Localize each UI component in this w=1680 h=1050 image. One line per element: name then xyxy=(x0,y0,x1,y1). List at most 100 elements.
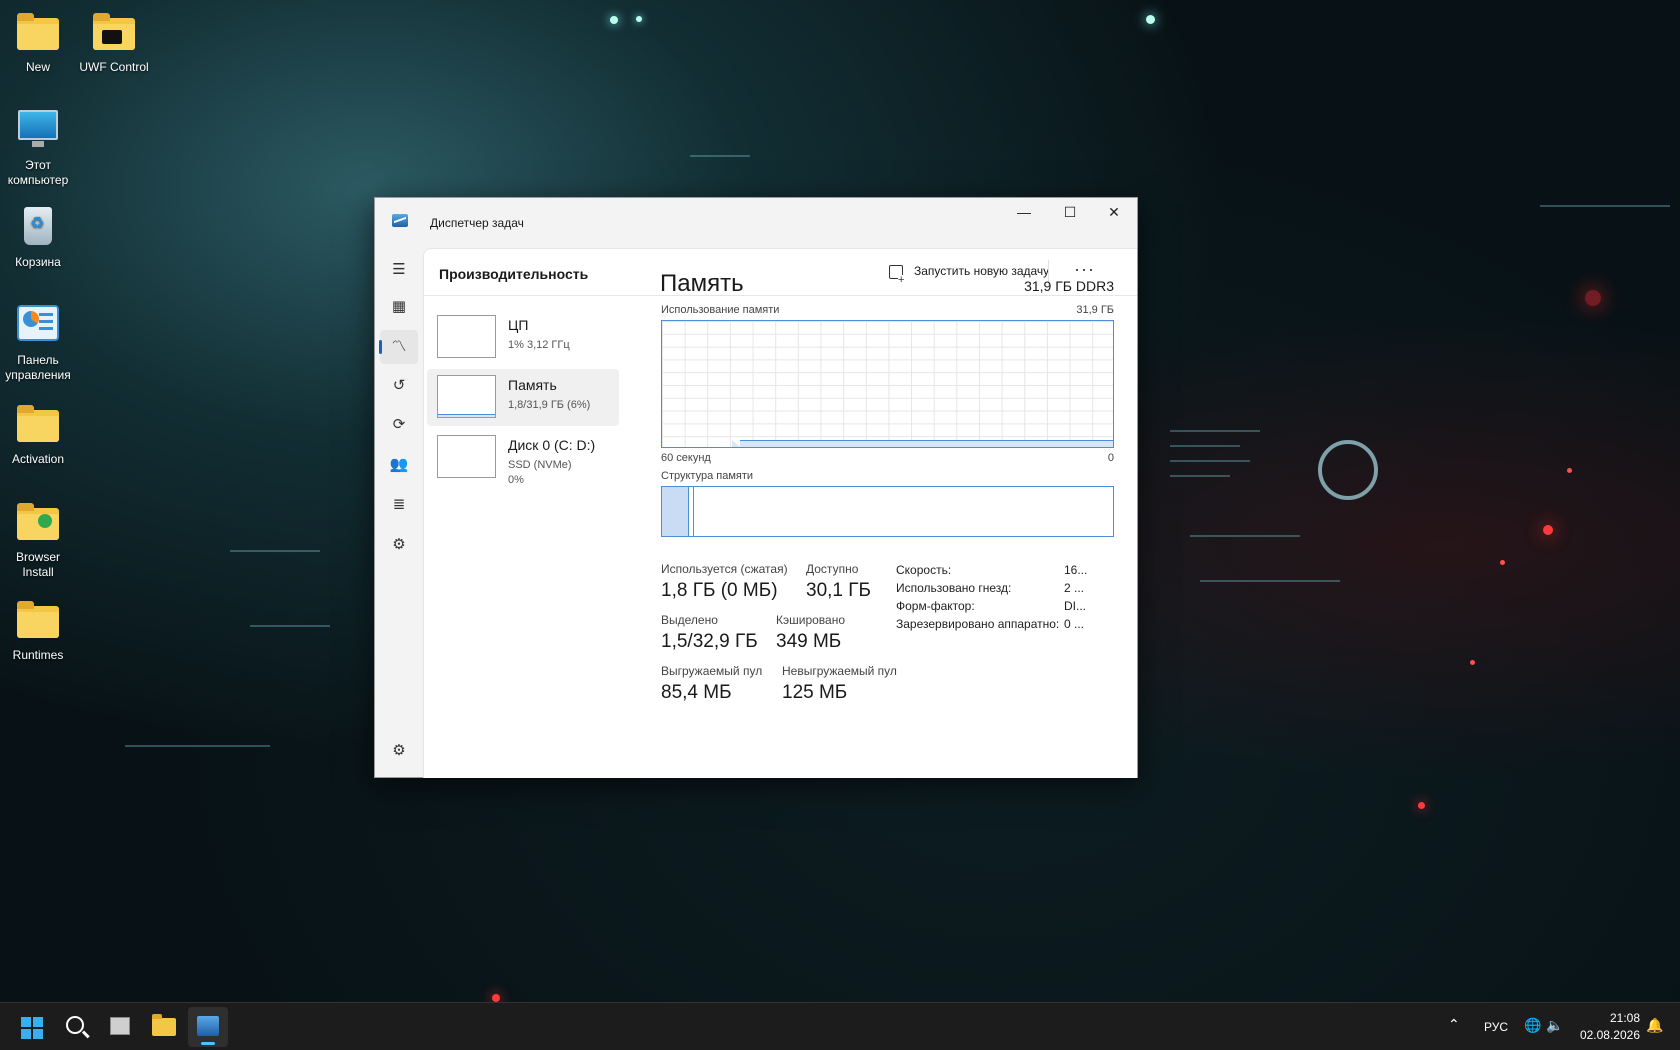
performance-icon[interactable]: 〽 xyxy=(379,330,418,364)
resource-item-disk[interactable]: Диск 0 (C: D:) SSD (NVMe) 0% xyxy=(427,429,619,486)
services-icon[interactable]: ⚙ xyxy=(380,528,418,562)
clock-date[interactable]: 02.08.2026 xyxy=(1575,1028,1640,1042)
desktop-icon-browser-install[interactable]: Browser Install xyxy=(0,500,76,580)
desktop-icon-recycle-bin[interactable]: Корзина xyxy=(0,205,76,270)
minimize-button[interactable]: — xyxy=(1001,198,1047,228)
details-icon[interactable]: ≣ xyxy=(380,488,418,522)
nonpaged-pool-label: Невыгружаемый пул xyxy=(782,664,897,678)
control-panel-icon xyxy=(14,303,62,347)
nonpaged-pool-value: 125 МБ xyxy=(782,682,848,703)
folder-icon xyxy=(14,10,62,54)
show-hidden-icons-chevron-up-icon[interactable]: ⌃ xyxy=(1448,1016,1460,1033)
file-explorer-icon xyxy=(152,1014,176,1036)
performance-panel: Производительность Запустить новую задач… xyxy=(423,248,1137,778)
folder-icon xyxy=(14,500,62,544)
hamburger-menu-icon[interactable]: ☰ xyxy=(380,253,418,287)
in-use-label: Используется (сжатая) xyxy=(661,562,788,576)
slots-used-label: Использовано гнезд: xyxy=(896,581,1012,595)
maximize-button[interactable]: ☐ xyxy=(1047,198,1093,228)
memory-in-use-segment xyxy=(662,487,689,536)
clock-time[interactable]: 21:08 xyxy=(1600,1011,1640,1025)
disk-thumbnail-graph xyxy=(437,435,496,478)
desktop-icon-this-pc[interactable]: Этот компьютер xyxy=(0,108,76,188)
volume-icon[interactable]: 🔈 xyxy=(1546,1017,1563,1034)
desktop-icon-control-panel[interactable]: Панель управления xyxy=(0,303,76,383)
settings-gear-icon[interactable]: ⚙ xyxy=(380,734,418,768)
more-options-button[interactable]: ··· xyxy=(1074,259,1095,280)
new-task-icon[interactable] xyxy=(889,265,908,285)
search-button[interactable] xyxy=(56,1007,96,1047)
graph-time-right: 0 xyxy=(1107,452,1114,464)
memory-spec: 31,9 ГБ DDR3 xyxy=(1024,278,1114,294)
desktop-icon-label: New xyxy=(25,60,50,74)
desktop-icon-uwf-control[interactable]: UWF Control xyxy=(76,10,152,75)
desktop-icon-label: Этот компьютер xyxy=(7,158,69,187)
run-new-task-button[interactable]: Запустить новую задачу xyxy=(914,264,1049,278)
memory-usage-graph xyxy=(661,320,1114,448)
search-icon xyxy=(66,1016,84,1034)
desktop-icon-runtimes[interactable]: Runtimes xyxy=(0,598,76,663)
resource-detail: SSD (NVMe) xyxy=(508,459,572,471)
task-manager-taskbar-button[interactable] xyxy=(188,1007,228,1047)
processes-icon[interactable]: ▦ xyxy=(380,290,418,324)
desktop-icon-new[interactable]: New xyxy=(0,10,76,75)
app-history-icon[interactable]: ↺ xyxy=(380,369,418,403)
language-indicator[interactable]: РУС xyxy=(1484,1020,1508,1034)
taskbar: ⌃ РУС 🌐 🔈 21:08 02.08.2026 🔔 xyxy=(0,1002,1680,1050)
resource-detail: 1% 3,12 ГГц xyxy=(508,339,570,351)
task-view-button[interactable] xyxy=(100,1007,140,1047)
network-globe-icon[interactable]: 🌐 xyxy=(1524,1017,1541,1034)
task-manager-app-icon xyxy=(392,214,408,227)
cpu-thumbnail-graph xyxy=(437,315,496,358)
window-title: Диспетчер задач xyxy=(430,216,524,230)
desktop-icon-label: Browser Install xyxy=(15,550,60,579)
resource-detail: 0% xyxy=(508,474,524,486)
task-manager-icon xyxy=(197,1016,219,1036)
form-factor-value: DI... xyxy=(1064,599,1087,613)
resource-name: ЦП xyxy=(508,317,529,333)
hardware-reserved-value: 0 ... xyxy=(1064,617,1085,631)
task-view-icon xyxy=(110,1013,135,1035)
resource-detail: 1,8/31,9 ГБ (6%) xyxy=(508,399,591,411)
hardware-reserved-label: Зарезервировано аппаратно: xyxy=(896,617,1060,631)
cached-value: 349 МБ xyxy=(776,631,842,652)
paged-pool-label: Выгружаемый пул xyxy=(661,664,763,678)
page-title: Производительность xyxy=(439,266,589,282)
graph-time-left: 60 секунд xyxy=(661,452,711,464)
resource-item-memory[interactable]: Память 1,8/31,9 ГБ (6%) xyxy=(427,369,619,426)
startup-apps-icon[interactable]: ⟳ xyxy=(380,408,418,442)
recycle-bin-icon xyxy=(14,205,62,249)
desktop-icon-activation[interactable]: Activation xyxy=(0,402,76,467)
form-factor-label: Форм-фактор: xyxy=(896,599,975,613)
title-bar[interactable]: Диспетчер задач — ☐ ✕ xyxy=(375,198,1137,248)
computer-icon xyxy=(14,108,62,152)
windows-logo-icon xyxy=(21,1017,43,1039)
desktop-icon-label: Корзина xyxy=(15,255,61,269)
desktop-icon-label: UWF Control xyxy=(79,60,149,74)
speed-label: Скорость: xyxy=(896,563,952,577)
cached-label: Кэшировано xyxy=(776,613,846,627)
available-label: Доступно xyxy=(806,562,859,576)
close-button[interactable]: ✕ xyxy=(1091,198,1137,228)
notifications-bell-icon[interactable]: 🔔 xyxy=(1646,1017,1663,1034)
desktop-icon-label: Activation xyxy=(11,452,65,466)
paged-pool-value: 85,4 МБ xyxy=(661,682,732,703)
memory-usage-label: Использование памяти xyxy=(661,304,780,316)
memory-thumbnail-graph xyxy=(437,375,496,418)
committed-label: Выделено xyxy=(661,613,718,627)
task-manager-window: Диспетчер задач — ☐ ✕ ☰ ▦ 〽 ↺ ⟳ 👥 ≣ ⚙ ⚙ … xyxy=(374,197,1138,778)
memory-structure-label: Структура памяти xyxy=(661,470,754,482)
nav-rail: ☰ ▦ 〽 ↺ ⟳ 👥 ≣ ⚙ ⚙ xyxy=(375,248,423,778)
memory-usage-max: 31,9 ГБ xyxy=(1076,304,1114,316)
memory-title: Память xyxy=(660,270,744,297)
file-explorer-button[interactable] xyxy=(144,1007,184,1047)
resource-item-cpu[interactable]: ЦП 1% 3,12 ГГц xyxy=(427,309,619,366)
speed-value: 16... xyxy=(1064,563,1088,577)
users-icon[interactable]: 👥 xyxy=(380,448,418,482)
start-button[interactable] xyxy=(12,1007,52,1047)
memory-structure-bar xyxy=(661,486,1114,537)
available-value: 30,1 ГБ xyxy=(806,580,872,601)
folder-icon xyxy=(14,598,62,642)
resource-name: Память xyxy=(508,377,557,393)
desktop-icon-label: Runtimes xyxy=(12,648,64,662)
